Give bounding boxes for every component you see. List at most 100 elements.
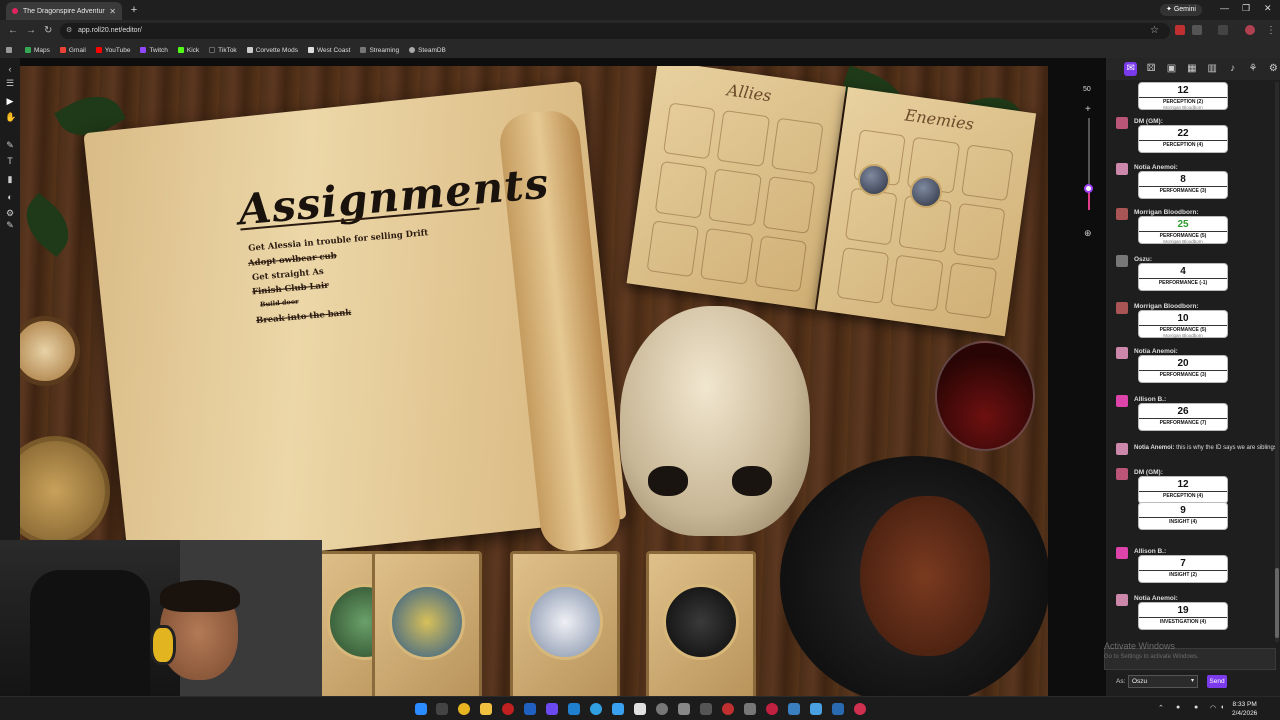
roll-value[interactable]: 9 — [1139, 505, 1227, 517]
avatar[interactable] — [1116, 594, 1128, 606]
avatar[interactable] — [1116, 468, 1128, 480]
chat-scroll-thumb[interactable] — [1275, 568, 1279, 638]
url-input[interactable]: ⚙ app.roll20.net/editor/ — [60, 23, 1170, 39]
app-icon[interactable] — [722, 703, 734, 715]
roll-value[interactable]: 22 — [1139, 128, 1227, 140]
send-button[interactable]: Send — [1207, 675, 1227, 688]
tab-journal[interactable]: ▦ — [1185, 62, 1198, 76]
roll-value[interactable]: 4 — [1139, 266, 1227, 278]
chat-scrollbar[interactable] — [1275, 82, 1279, 642]
windows-start-icon[interactable] — [415, 703, 427, 715]
sidebar-icon[interactable] — [1218, 25, 1228, 35]
close-tab-icon[interactable]: ✕ — [109, 7, 116, 16]
bookmark-maps[interactable]: Maps — [25, 47, 50, 54]
tab-jukebox[interactable]: ♪ — [1226, 62, 1239, 76]
roll-value[interactable]: 20 — [1139, 358, 1227, 370]
discord-icon[interactable] — [546, 703, 558, 715]
profile-avatar[interactable] — [1245, 25, 1255, 35]
roll-value[interactable]: 8 — [1139, 174, 1227, 186]
bookmark-tiktok[interactable]: TikTok — [209, 47, 237, 54]
file-explorer-icon[interactable] — [480, 703, 492, 715]
chrome-icon[interactable] — [458, 703, 470, 715]
volume-icon[interactable]: ◖ — [1220, 704, 1224, 711]
bookmark-corvette-mods[interactable]: Corvette Mods — [246, 47, 298, 54]
maximize-icon[interactable]: ❐ — [1242, 3, 1250, 14]
wifi-icon[interactable]: ◠ — [1210, 704, 1216, 712]
bookmark-youtube[interactable]: YouTube — [95, 47, 130, 54]
roll-result-card[interactable]: 12 PERCEPTION (2) Morrigan Bloodborn — [1138, 82, 1228, 110]
enemy-token[interactable] — [910, 176, 942, 208]
draw-tool-icon[interactable]: ✎ — [5, 140, 15, 150]
roll-value[interactable]: 19 — [1139, 605, 1227, 617]
select-tool-icon[interactable]: ▶ — [5, 96, 15, 106]
tab-dice[interactable]: ⚄ — [1144, 62, 1157, 76]
avatar[interactable] — [1116, 117, 1128, 129]
roll-result-card[interactable]: 8 PERFORMANCE (3) — [1138, 171, 1228, 199]
extensions-puzzle-icon[interactable] — [1192, 25, 1202, 35]
roll-result-card[interactable]: 20 PERFORMANCE (3) — [1138, 355, 1228, 383]
collapse-arrow-icon[interactable]: ‹ — [5, 64, 15, 74]
app-icon[interactable] — [590, 703, 602, 715]
menu-icon[interactable]: ⋮ — [1266, 25, 1276, 36]
roll-result-card[interactable]: 12 PERCEPTION (4) — [1138, 476, 1228, 504]
avatar[interactable] — [1116, 163, 1128, 175]
character-card[interactable] — [372, 551, 482, 696]
app-icon[interactable] — [612, 703, 624, 715]
roll-result-card[interactable]: 25 PERFORMANCE (5) Morrigan Bloodborn — [1138, 216, 1228, 244]
roll-result-card[interactable]: 10 PERFORMANCE (5) Morrigan Bloodborn — [1138, 310, 1228, 338]
bookmark-west-coast[interactable]: West Coast — [307, 47, 350, 54]
character-card[interactable] — [510, 551, 620, 696]
app-icon[interactable] — [854, 703, 866, 715]
obs-icon[interactable] — [656, 703, 668, 715]
avatar[interactable] — [1116, 302, 1128, 314]
roll-result-card[interactable]: 22 PERCEPTION (4) — [1138, 125, 1228, 153]
app-icon[interactable] — [744, 703, 756, 715]
tab-settings[interactable]: ⚙ — [1267, 62, 1280, 76]
bookmark-twitch[interactable]: Twitch — [140, 47, 168, 54]
site-info-icon[interactable]: ⚙ — [66, 23, 72, 39]
roll-result-card[interactable]: 19 INVESTIGATION (4) — [1138, 602, 1228, 630]
bookmark-kick[interactable]: Kick — [177, 47, 199, 54]
tab-art[interactable]: ▣ — [1165, 62, 1178, 76]
new-tab-icon[interactable]: + — [128, 4, 140, 16]
tab-chat[interactable]: ✉ — [1124, 62, 1138, 76]
tab-collections[interactable]: ⚘ — [1246, 62, 1259, 76]
app-icon[interactable] — [788, 703, 800, 715]
browser-tab[interactable]: The Dragonspire Adventuring ✕ — [6, 2, 122, 20]
extension-icon[interactable] — [1175, 25, 1185, 35]
roll-result-card[interactable]: 7 INSIGHT (2) — [1138, 555, 1228, 583]
pan-tool-icon[interactable]: ✋ — [5, 112, 16, 122]
roll-result-card[interactable]: 4 PERFORMANCE (-1) — [1138, 263, 1228, 291]
apps-icon[interactable] — [6, 47, 15, 53]
tray-app-icon[interactable]: ● — [1176, 704, 1180, 711]
fog-tool-icon[interactable]: ◐ — [5, 192, 15, 202]
avatar[interactable] — [1116, 547, 1128, 559]
reload-icon[interactable]: ↻ — [44, 25, 52, 36]
app-icon[interactable] — [524, 703, 536, 715]
roll-value[interactable]: 12 — [1139, 479, 1227, 491]
bookmark-gmail[interactable]: Gmail — [59, 47, 86, 54]
bookmark-steamdb[interactable]: SteamDB — [409, 47, 446, 54]
help-tool-icon[interactable]: ✎ — [5, 220, 15, 230]
settings-tool-icon[interactable]: ⚙ — [5, 208, 15, 218]
tray-app-icon[interactable]: ● — [1194, 704, 1198, 711]
clock[interactable]: 8:33 PM 2/4/2026 — [1232, 700, 1257, 718]
enemy-token[interactable] — [858, 164, 890, 196]
window-close-icon[interactable]: ✕ — [1264, 3, 1272, 14]
text-tool-icon[interactable]: T — [5, 156, 15, 166]
app-icon[interactable] — [568, 703, 580, 715]
app-icon[interactable] — [678, 703, 690, 715]
avatar[interactable] — [1116, 395, 1128, 407]
chat-log[interactable]: 12 PERCEPTION (2) Morrigan Bloodborn DM (GM… — [1106, 82, 1276, 642]
hamburger-icon[interactable]: ☰ — [5, 78, 15, 88]
avatar[interactable] — [1116, 347, 1128, 359]
character-card[interactable] — [646, 551, 756, 696]
zoom-in-icon[interactable]: + — [1085, 104, 1091, 115]
back-icon[interactable]: ← — [8, 25, 18, 36]
app-icon[interactable] — [634, 703, 646, 715]
avatar[interactable] — [1116, 443, 1128, 455]
gemini-button[interactable]: ✦ Gemini — [1160, 4, 1202, 16]
roll-value[interactable]: 26 — [1139, 406, 1227, 418]
zoom-reset-icon[interactable]: ⊕ — [1084, 228, 1092, 239]
avatar[interactable] — [1116, 208, 1128, 220]
